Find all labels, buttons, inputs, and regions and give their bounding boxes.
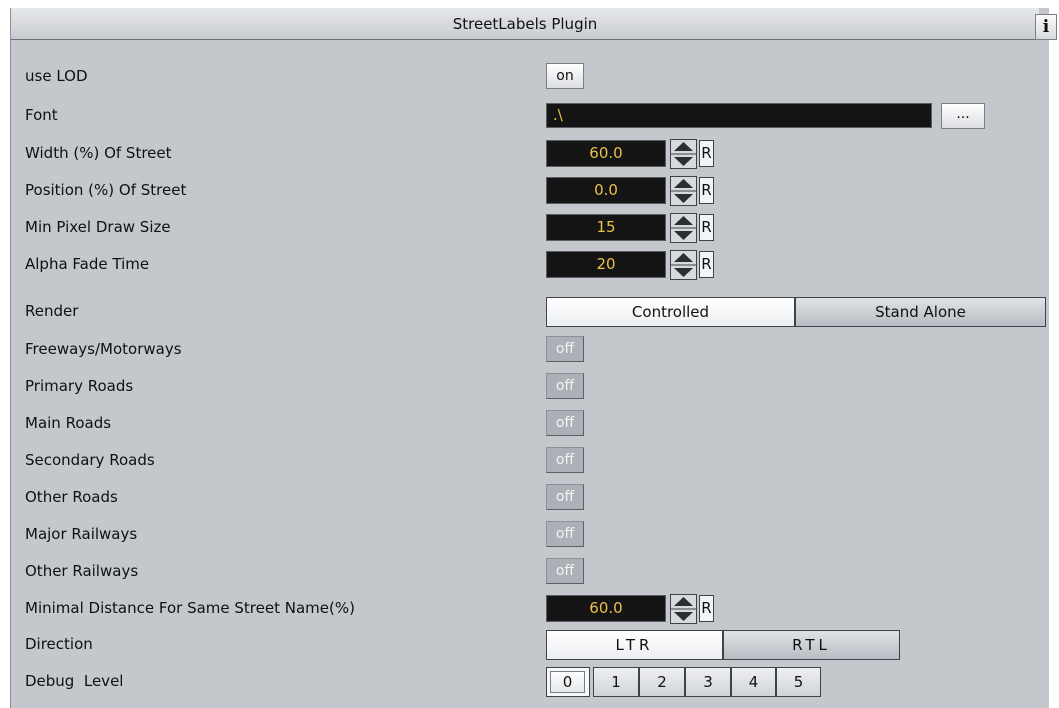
use-lod-label: use LOD	[25, 67, 88, 85]
freeways-label: Freeways/Motorways	[25, 340, 182, 358]
row-alpha-fade-time: Alpha Fade Time 20 R	[11, 246, 1039, 283]
min-pixel-draw-size-field[interactable]: 15	[546, 214, 666, 241]
alpha-fade-time-label: Alpha Fade Time	[25, 255, 150, 273]
other-roads-label: Other Roads	[25, 488, 118, 506]
row-primary-roads: Primary Roads off	[11, 368, 1039, 405]
position-of-street-field[interactable]: 0.0	[546, 177, 666, 204]
panel-titlebar: StreetLabels Plugin	[11, 8, 1039, 40]
position-of-street-label: Position (%) Of Street	[25, 181, 187, 199]
font-browse-button[interactable]: ...	[941, 103, 985, 129]
width-of-street-spinner[interactable]	[670, 139, 697, 169]
secondary-roads-label: Secondary Roads	[25, 451, 155, 469]
min-distance-spinner[interactable]	[670, 594, 697, 624]
debug-level-option-0-label: 0	[550, 671, 585, 693]
min-pixel-draw-size-spinner[interactable]	[670, 213, 697, 243]
row-use-lod: use LOD on	[11, 58, 1039, 95]
direction-label: Direction	[25, 635, 93, 653]
row-major-railways: Major Railways off	[11, 516, 1039, 553]
min-pixel-draw-size-label: Min Pixel Draw Size	[25, 218, 171, 236]
major-railways-toggle[interactable]: off	[546, 521, 584, 547]
alpha-fade-time-field[interactable]: 20	[546, 251, 666, 278]
render-option-controlled[interactable]: Controlled	[546, 297, 795, 327]
main-roads-toggle[interactable]: off	[546, 410, 584, 436]
row-freeways: Freeways/Motorways off	[11, 331, 1039, 368]
debug-level-option-1[interactable]: 1	[593, 667, 639, 697]
row-main-roads: Main Roads off	[11, 405, 1039, 442]
freeways-toggle[interactable]: off	[546, 336, 584, 362]
render-option-stand-alone[interactable]: Stand Alone	[795, 297, 1046, 327]
position-of-street-reset-button[interactable]: R	[699, 177, 714, 204]
debug-level-option-4[interactable]: 4	[731, 667, 776, 697]
min-distance-label: Minimal Distance For Same Street Name(%)	[25, 599, 355, 617]
min-distance-reset-button[interactable]: R	[699, 595, 714, 622]
debug-level-option-5[interactable]: 5	[776, 667, 821, 697]
use-lod-toggle[interactable]: on	[546, 63, 584, 89]
font-label: Font	[25, 106, 58, 124]
render-label: Render	[25, 302, 79, 320]
direction-option-rtl[interactable]: RTL	[723, 630, 900, 660]
font-path-field[interactable]: .\	[546, 103, 932, 128]
other-railways-toggle[interactable]: off	[546, 558, 584, 584]
row-min-distance: Minimal Distance For Same Street Name(%)…	[11, 590, 1039, 627]
primary-roads-label: Primary Roads	[25, 377, 134, 395]
panel-title: StreetLabels Plugin	[452, 15, 598, 33]
row-render: Render Controlled Stand Alone	[11, 293, 1046, 330]
row-direction: Direction LTR RTL	[11, 626, 1039, 663]
debug-level-label: Debug Level	[25, 672, 124, 690]
other-roads-toggle[interactable]: off	[546, 484, 584, 510]
main-roads-label: Main Roads	[25, 414, 112, 432]
min-distance-field[interactable]: 60.0	[546, 595, 666, 622]
min-pixel-draw-size-reset-button[interactable]: R	[699, 214, 714, 241]
primary-roads-toggle[interactable]: off	[546, 373, 584, 399]
alpha-fade-time-reset-button[interactable]: R	[699, 251, 714, 278]
row-position-of-street: Position (%) Of Street 0.0 R	[11, 172, 1039, 209]
row-other-roads: Other Roads off	[11, 479, 1039, 516]
debug-level-option-0[interactable]: 0	[546, 667, 590, 697]
row-width-of-street: Width (%) Of Street 60.0 R	[11, 135, 1039, 172]
row-other-railways: Other Railways off	[11, 553, 1039, 590]
width-of-street-field[interactable]: 60.0	[546, 140, 666, 167]
row-min-pixel-draw-size: Min Pixel Draw Size 15 R	[11, 209, 1039, 246]
secondary-roads-toggle[interactable]: off	[546, 447, 584, 473]
direction-option-ltr[interactable]: LTR	[546, 630, 723, 660]
info-button[interactable]: i	[1035, 14, 1057, 40]
row-font: Font .\ ...	[11, 97, 1039, 134]
width-of-street-label: Width (%) Of Street	[25, 144, 172, 162]
other-railways-label: Other Railways	[25, 562, 139, 580]
plugin-panel: StreetLabels Plugin i use LOD on Font .\…	[10, 8, 1057, 708]
position-of-street-spinner[interactable]	[670, 176, 697, 206]
major-railways-label: Major Railways	[25, 525, 138, 543]
row-debug-level: Debug Level 0 1 2 3 4 5	[11, 663, 1039, 700]
row-secondary-roads: Secondary Roads off	[11, 442, 1039, 479]
debug-level-option-2[interactable]: 2	[639, 667, 685, 697]
debug-level-option-3[interactable]: 3	[685, 667, 731, 697]
width-of-street-reset-button[interactable]: R	[699, 140, 714, 167]
alpha-fade-time-spinner[interactable]	[670, 250, 697, 280]
